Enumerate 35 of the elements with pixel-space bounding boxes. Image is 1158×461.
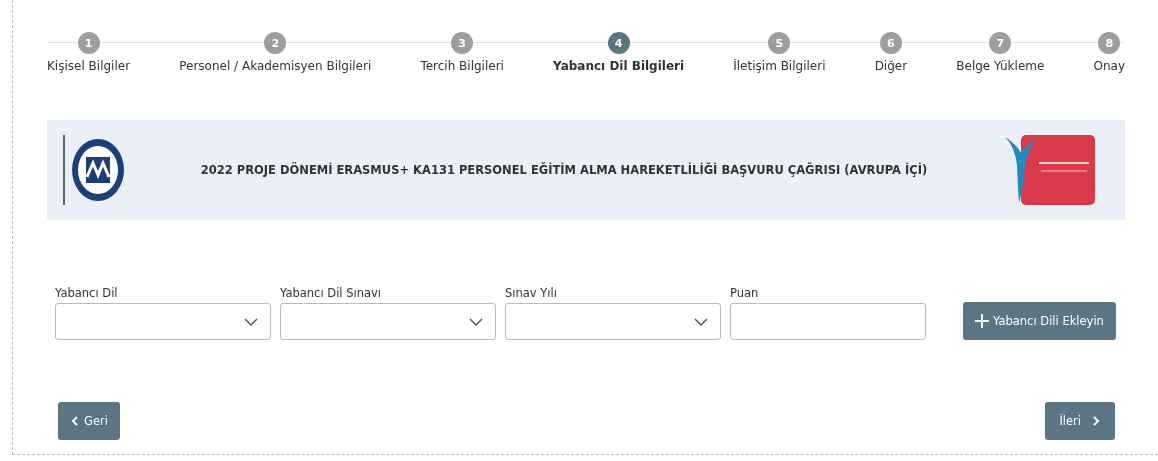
step-label[interactable]: İletişim Bilgileri [733,59,826,73]
step-number[interactable]: 5 [768,32,791,54]
step-label[interactable]: Onay [1093,59,1125,73]
step-number[interactable]: 2 [264,32,287,54]
chevron-left-icon [70,416,80,426]
select-field[interactable] [55,303,271,340]
plus-icon [975,314,989,328]
university-seal-drawing [63,135,125,205]
field-label: Puan [730,286,760,300]
step-label[interactable]: Diğer [874,59,908,73]
field-label: Yabancı Dil Sınavı [280,286,383,300]
step-label[interactable]: Yabancı Dil Bilgileri [553,59,685,73]
select-field[interactable] [505,303,721,340]
step-number[interactable]: 8 [1098,32,1121,54]
add-language-button[interactable]: Yabancı Dili Ekleyin [963,302,1116,340]
step-number[interactable]: 3 [451,32,474,54]
chevron-down-icon [244,317,258,326]
step-label[interactable]: Personel / Akademisyen Bilgileri [179,59,372,73]
step-label[interactable]: Kişisel Bilgiler [47,59,131,73]
chevron-right-icon [1091,416,1101,426]
next-button[interactable]: İleri [1045,402,1115,440]
banner-title: 2022 PROJE DÖNEMİ ERASMUS+ KA131 PERSONEL EĞİTİM ALMA HAREKETLİLİĞİ BAŞVURU ÇAĞRISI (AVRUPA İÇİ) [199,163,929,177]
step-label[interactable]: Belge Yükleme [956,59,1045,73]
input-field[interactable] [730,303,926,340]
step-number[interactable]: 4 [607,32,630,54]
field-label: Sınav Yılı [505,286,558,300]
select-field[interactable] [280,303,496,340]
chevron-down-icon [469,317,483,326]
step-label[interactable]: Tercih Bilgileri [420,59,504,73]
step-number[interactable]: 1 [77,32,100,54]
step-number[interactable]: 6 [879,32,902,54]
field-label: Yabancı Dil [55,286,119,300]
chevron-down-icon [694,317,708,326]
step-number[interactable]: 7 [989,32,1012,54]
back-button[interactable]: Geri [58,402,120,440]
